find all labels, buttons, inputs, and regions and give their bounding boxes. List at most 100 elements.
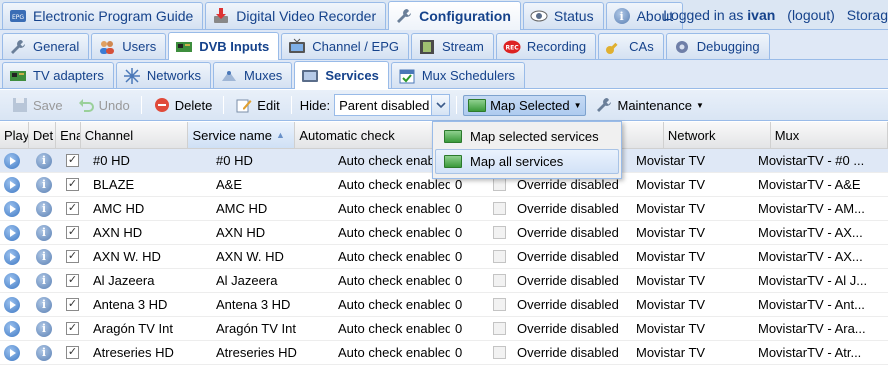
- tab-muxes[interactable]: Muxes: [213, 62, 293, 88]
- option-checkbox[interactable]: [493, 226, 506, 239]
- mux-cell[interactable]: MovistarTV - AX...: [754, 245, 888, 268]
- enabled-checkbox[interactable]: ✓: [66, 202, 79, 215]
- column-header-play[interactable]: Play: [0, 122, 29, 148]
- service-name-cell[interactable]: Al Jazeera: [212, 269, 334, 292]
- tab-tv-adapters[interactable]: TV adapters: [2, 62, 114, 88]
- tab-configuration[interactable]: Configuration: [388, 1, 521, 30]
- tab-cas[interactable]: CAs: [598, 33, 664, 59]
- details-icon[interactable]: i: [36, 152, 52, 169]
- play-icon[interactable]: [4, 152, 20, 169]
- column-header-service-name[interactable]: Service name ▲: [188, 122, 296, 148]
- enabled-checkbox[interactable]: ✓: [66, 250, 79, 263]
- tab-recording[interactable]: REC Recording: [495, 33, 597, 59]
- mux-cell[interactable]: MovistarTV - AX...: [754, 221, 888, 244]
- service-name-cell[interactable]: Aragón TV Int: [212, 317, 334, 340]
- table-row[interactable]: i ✓ AXN W. HD AXN W. HD Auto check enabled 0 O…: [0, 245, 888, 269]
- maintenance-button[interactable]: Maintenance ▼: [590, 93, 708, 117]
- tab-stream[interactable]: Stream: [410, 33, 494, 59]
- play-icon[interactable]: [4, 272, 20, 289]
- network-cell[interactable]: Movistar TV: [632, 269, 754, 292]
- column-header-channel[interactable]: Channel: [81, 122, 189, 148]
- delete-button[interactable]: Delete: [148, 93, 218, 117]
- tab-networks[interactable]: Networks: [115, 62, 212, 88]
- channel-cell[interactable]: Al Jazeera: [89, 269, 212, 292]
- priority-cell[interactable]: 0: [451, 197, 489, 220]
- chevron-down-icon[interactable]: [431, 95, 450, 115]
- tab-debugging[interactable]: Debugging: [665, 33, 770, 59]
- network-cell[interactable]: Movistar TV: [632, 341, 754, 364]
- network-cell[interactable]: Movistar TV: [632, 293, 754, 316]
- play-icon[interactable]: [4, 320, 20, 337]
- option-checkbox[interactable]: [493, 298, 506, 311]
- logout-link[interactable]: (logout): [787, 7, 834, 23]
- tab-status[interactable]: Status: [522, 2, 604, 29]
- priority-cell[interactable]: 0: [451, 317, 489, 340]
- automatic-check-cell[interactable]: Auto check enabled: [334, 269, 451, 292]
- service-name-cell[interactable]: AMC HD: [212, 197, 334, 220]
- channel-cell[interactable]: #0 HD: [89, 149, 212, 172]
- play-icon[interactable]: [4, 248, 20, 265]
- tab-services[interactable]: Services: [294, 61, 389, 89]
- enabled-checkbox[interactable]: ✓: [66, 226, 79, 239]
- table-row[interactable]: i ✓ Al Jazeera Al Jazeera Auto check enabled…: [0, 269, 888, 293]
- mux-cell[interactable]: MovistarTV - Ara...: [754, 317, 888, 340]
- play-icon[interactable]: [4, 200, 20, 217]
- tab-users[interactable]: Users: [91, 33, 167, 59]
- service-name-cell[interactable]: AXN W. HD: [212, 245, 334, 268]
- tab-dvr[interactable]: Digital Video Recorder: [205, 2, 387, 29]
- override-cell[interactable]: Override disabled: [513, 341, 632, 364]
- enabled-checkbox[interactable]: ✓: [66, 346, 79, 359]
- network-cell[interactable]: Movistar TV: [632, 149, 754, 172]
- priority-cell[interactable]: 0: [451, 221, 489, 244]
- details-icon[interactable]: i: [36, 272, 52, 289]
- channel-cell[interactable]: AXN HD: [89, 221, 212, 244]
- mux-cell[interactable]: MovistarTV - Ant...: [754, 293, 888, 316]
- priority-cell[interactable]: 0: [451, 341, 489, 364]
- service-name-cell[interactable]: Atreseries HD: [212, 341, 334, 364]
- tab-channel-epg[interactable]: Channel / EPG: [281, 33, 409, 59]
- automatic-check-cell[interactable]: Auto check enabled: [334, 341, 451, 364]
- details-icon[interactable]: i: [36, 248, 52, 265]
- mux-cell[interactable]: MovistarTV - #0 ...: [754, 149, 888, 172]
- enabled-checkbox[interactable]: ✓: [66, 322, 79, 335]
- option-checkbox[interactable]: [493, 202, 506, 215]
- priority-cell[interactable]: 0: [451, 245, 489, 268]
- network-cell[interactable]: Movistar TV: [632, 245, 754, 268]
- network-cell[interactable]: Movistar TV: [632, 197, 754, 220]
- enabled-checkbox[interactable]: ✓: [66, 178, 79, 191]
- tab-epg[interactable]: EPG Electronic Program Guide: [2, 2, 204, 29]
- play-icon[interactable]: [4, 224, 20, 241]
- table-row[interactable]: i ✓ AMC HD AMC HD Auto check enabled 0 Overrid…: [0, 197, 888, 221]
- table-row[interactable]: i ✓ Atreseries HD Atreseries HD Auto check e…: [0, 341, 888, 365]
- option-checkbox[interactable]: [493, 250, 506, 263]
- details-icon[interactable]: i: [36, 200, 52, 217]
- override-cell[interactable]: Override disabled: [513, 269, 632, 292]
- menu-item-map-all-services[interactable]: Map all services: [435, 149, 619, 174]
- override-cell[interactable]: Override disabled: [513, 317, 632, 340]
- tab-dvb-inputs[interactable]: DVB Inputs: [168, 32, 280, 60]
- option-checkbox[interactable]: [493, 346, 506, 359]
- automatic-check-cell[interactable]: Auto check enabled: [334, 245, 451, 268]
- service-name-cell[interactable]: A&E: [212, 173, 334, 196]
- network-cell[interactable]: Movistar TV: [632, 221, 754, 244]
- automatic-check-cell[interactable]: Auto check enabled: [334, 221, 451, 244]
- enabled-checkbox[interactable]: ✓: [66, 154, 79, 167]
- automatic-check-cell[interactable]: Auto check enabled: [334, 293, 451, 316]
- table-row[interactable]: i ✓ AXN HD AXN HD Auto check enabled 0 Overrid…: [0, 221, 888, 245]
- channel-cell[interactable]: Atreseries HD: [89, 341, 212, 364]
- column-header-enabled[interactable]: Ena: [56, 122, 81, 148]
- play-icon[interactable]: [4, 176, 20, 193]
- details-icon[interactable]: i: [36, 344, 52, 361]
- play-icon[interactable]: [4, 344, 20, 361]
- priority-cell[interactable]: 0: [451, 293, 489, 316]
- column-header-mux[interactable]: Mux: [771, 122, 888, 148]
- edit-button[interactable]: Edit: [230, 93, 284, 117]
- override-cell[interactable]: Override disabled: [513, 197, 632, 220]
- channel-cell[interactable]: AXN W. HD: [89, 245, 212, 268]
- channel-cell[interactable]: Antena 3 HD: [89, 293, 212, 316]
- details-icon[interactable]: i: [36, 296, 52, 313]
- option-checkbox[interactable]: [493, 322, 506, 335]
- option-checkbox[interactable]: [493, 274, 506, 287]
- network-cell[interactable]: Movistar TV: [632, 173, 754, 196]
- details-icon[interactable]: i: [36, 224, 52, 241]
